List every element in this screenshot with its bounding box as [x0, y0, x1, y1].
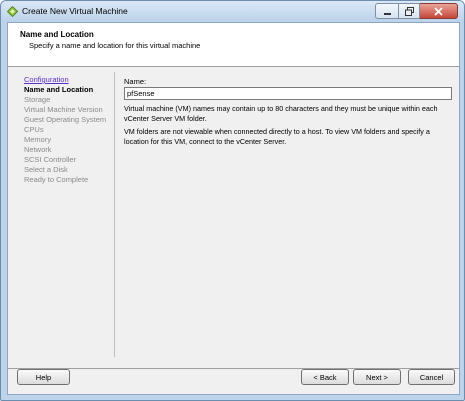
window-title: Create New Virtual Machine: [22, 6, 128, 16]
page-subtitle: Specify a name and location for this vir…: [29, 41, 201, 50]
back-button[interactable]: < Back: [301, 369, 349, 385]
window-controls: [375, 3, 458, 19]
step-vm-version: Virtual Machine Version: [24, 105, 103, 114]
page-title: Name and Location: [20, 30, 94, 39]
cancel-button[interactable]: Cancel: [408, 369, 455, 385]
help-button[interactable]: Help: [17, 369, 70, 385]
title-bar[interactable]: Create New Virtual Machine: [1, 1, 464, 21]
step-configuration[interactable]: Configuration: [24, 75, 69, 84]
step-guest-os: Guest Operating System: [24, 115, 107, 124]
step-cpus: CPUs: [24, 125, 44, 134]
minimize-button[interactable]: [375, 3, 399, 19]
minimize-icon: [383, 12, 391, 15]
vm-folder-info-text: VM folders are not viewable when connect…: [124, 127, 430, 146]
maximize-button[interactable]: [399, 3, 420, 19]
step-network: Network: [24, 145, 52, 154]
wizard-window: Create New Virtual Machine Name and Loca…: [0, 0, 465, 401]
step-scsi-controller: SCSI Controller: [24, 155, 77, 164]
step-name-and-location: Name and Location: [24, 85, 94, 94]
step-ready-to-complete: Ready to Complete: [24, 175, 89, 184]
close-button[interactable]: [420, 3, 458, 19]
wizard-header: Name and Location Specify a name and loc…: [8, 23, 459, 67]
vm-name-input[interactable]: [124, 87, 452, 100]
wizard-steps-nav: Configuration Name and Location Storage …: [10, 72, 115, 357]
restore-icon: [404, 6, 414, 16]
name-label: Name:: [124, 77, 147, 86]
step-storage: Storage: [24, 95, 51, 104]
vm-wizard-icon: [7, 6, 18, 17]
wizard-body: Configuration Name and Location Storage …: [8, 68, 459, 368]
step-memory: Memory: [24, 135, 52, 144]
next-button[interactable]: Next >: [353, 369, 401, 385]
step-select-disk: Select a Disk: [24, 165, 68, 174]
vm-name-info-text: Virtual machine (VM) names may contain u…: [124, 104, 438, 123]
close-icon: [434, 6, 443, 16]
wizard-client-area: Name and Location Specify a name and loc…: [7, 22, 460, 395]
